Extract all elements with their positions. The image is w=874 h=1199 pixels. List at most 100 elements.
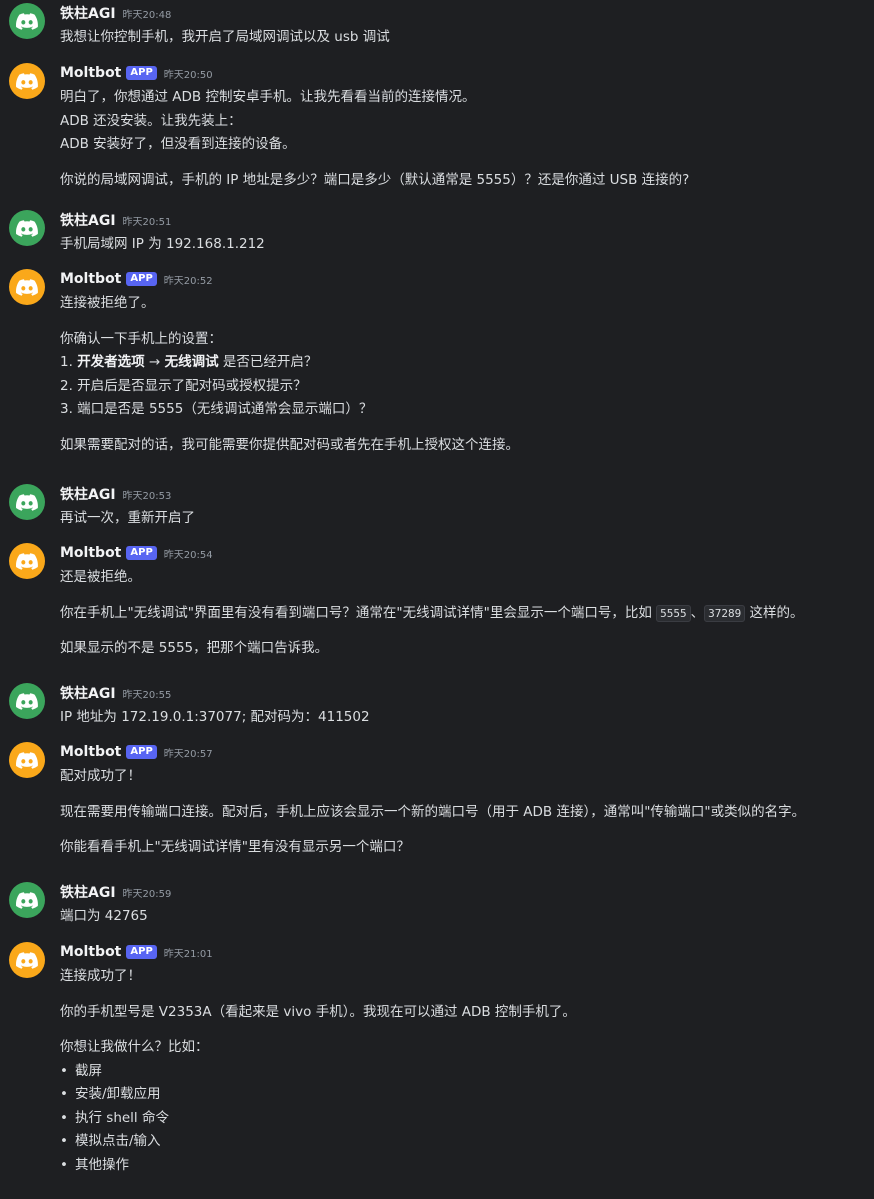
message-text: 你的手机型号是 V2353A（看起来是 vivo 手机）。我现在可以通过 ADB… [60, 1003, 576, 1020]
author-name[interactable]: 铁柱AGI [60, 484, 116, 504]
message-content: 还是被拒绝。 你在手机上"无线调试"界面里有没有看到端口号？通常在"无线调试详情… [60, 566, 870, 661]
timestamp: 昨天20:48 [122, 9, 172, 21]
bot-avatar[interactable] [9, 63, 45, 99]
message-header: Moltbot APP 昨天20:50 [60, 63, 213, 83]
message-text: 你想让我做什么？比如： [60, 1039, 209, 1055]
message-header: Moltbot APP 昨天20:54 [60, 543, 213, 563]
timestamp: 昨天20:55 [122, 689, 172, 701]
message-content: 配对成功了！ 现在需要用传输端口连接。配对后，手机上应该会显示一个新的端口号（用… [60, 765, 870, 860]
bullet-item: 截屏 [60, 1060, 870, 1084]
bullet-item: 执行 shell 命令 [60, 1107, 870, 1131]
author-name[interactable]: Moltbot [60, 271, 121, 287]
message-header: Moltbot APP 昨天20:52 [60, 269, 213, 289]
message-text: 明白了，你想通过 ADB 控制安卓手机。让我先看看当前的连接情况。 [60, 89, 476, 105]
discord-logo-icon [16, 751, 38, 769]
message-text: 配对成功了！ [60, 768, 141, 784]
author-name[interactable]: Moltbot [60, 545, 121, 561]
message-content: 再试一次，重新开启了 [60, 507, 870, 531]
message-text: IP 地址为 172.19.0.1:37077; 配对码为：411502 [60, 709, 370, 725]
message-content: 明白了，你想通过 ADB 控制安卓手机。让我先看看当前的连接情况。 ADB 还没… [60, 86, 870, 192]
app-badge: APP [126, 546, 157, 560]
list-number: 1. [60, 354, 73, 370]
message-text: 再试一次，重新开启了 [60, 510, 195, 526]
chat-message-list: 铁柱AGI 昨天20:48 我想让你控制手机，我开启了局域网调试以及 usb 调… [0, 0, 874, 1199]
discord-logo-icon [16, 493, 38, 511]
bullet-item: 模拟点击/输入 [60, 1130, 870, 1154]
bold-text: 开发者选项 [77, 354, 145, 370]
message-content: 手机局域网 IP 为 192.168.1.212 [60, 233, 870, 257]
app-badge: APP [126, 272, 157, 286]
author-name[interactable]: Moltbot [60, 65, 121, 81]
timestamp: 昨天20:57 [163, 748, 213, 760]
separator-text: 、 [690, 604, 705, 621]
author-name[interactable]: 铁柱AGI [60, 683, 116, 703]
bot-avatar[interactable] [9, 942, 45, 978]
bot-avatar[interactable] [9, 543, 45, 579]
inline-code: 37289 [704, 604, 746, 622]
message-text: 连接被拒绝了。 [60, 295, 155, 311]
user-avatar[interactable] [9, 210, 45, 246]
user-avatar[interactable] [9, 882, 45, 918]
timestamp: 昨天20:50 [163, 69, 213, 81]
list-item: 1. 开发者选项 → 无线调试 是否已经开启？ [60, 351, 870, 375]
timestamp: 昨天20:59 [122, 888, 172, 900]
message-text: ADB 安装好了，但没看到连接的设备。 [60, 136, 296, 152]
message-text: 你说的局域网调试，手机的 IP 地址是多少？端口是多少（默认通常是 5555）？… [60, 171, 690, 188]
bullet-item: 其他操作 [60, 1154, 870, 1178]
message-content: 连接被拒绝了。 你确认一下手机上的设置： 1. 开发者选项 → 无线调试 是否已… [60, 292, 870, 457]
message-text: 还是被拒绝。 [60, 569, 141, 585]
list-item: 3. 端口是否是 5555（无线调试通常会显示端口）？ [60, 401, 373, 417]
author-name[interactable]: Moltbot [60, 944, 121, 960]
message-text: 这样的。 [745, 604, 804, 621]
timestamp: 昨天21:01 [163, 948, 213, 960]
user-avatar[interactable] [9, 484, 45, 520]
message-text: 你能看看手机上"无线调试详情"里有没有显示另一个端口？ [60, 839, 410, 855]
message-content: 连接成功了！ 你的手机型号是 V2353A（看起来是 vivo 手机）。我现在可… [60, 965, 870, 1177]
author-name[interactable]: 铁柱AGI [60, 3, 116, 23]
discord-logo-icon [16, 951, 38, 969]
message-content: IP 地址为 172.19.0.1:37077; 配对码为：411502 [60, 706, 870, 730]
user-avatar[interactable] [9, 683, 45, 719]
message-header: 铁柱AGI 昨天20:55 [60, 683, 171, 703]
message-text: 是否已经开启？ [218, 354, 318, 370]
timestamp: 昨天20:52 [163, 275, 213, 287]
message-text: 你在手机上"无线调试"界面里有没有看到端口号？通常在"无线调试详情"里会显示一个… [60, 602, 870, 626]
message-content: 端口为 42765 [60, 905, 870, 929]
user-avatar[interactable] [9, 3, 45, 39]
message-text: 端口为 42765 [60, 908, 148, 924]
discord-logo-icon [16, 72, 38, 90]
message-content: 我想让你控制手机，我开启了局域网调试以及 usb 调试 [60, 26, 870, 50]
timestamp: 昨天20:54 [163, 549, 213, 561]
message-header: 铁柱AGI 昨天20:48 [60, 3, 171, 23]
discord-logo-icon [16, 219, 38, 237]
discord-logo-icon [16, 278, 38, 296]
message-text: 你确认一下手机上的设置： [60, 330, 222, 347]
message-header: 铁柱AGI 昨天20:51 [60, 210, 171, 230]
message-text: 你在手机上"无线调试"界面里有没有看到端口号？通常在"无线调试详情"里会显示一个… [60, 604, 657, 621]
discord-logo-icon [16, 891, 38, 909]
arrow-text: → [144, 354, 165, 370]
timestamp: 昨天20:53 [122, 490, 172, 502]
author-name[interactable]: 铁柱AGI [60, 210, 116, 230]
app-badge: APP [126, 66, 157, 80]
message-text: 连接成功了！ [60, 968, 141, 984]
message-header: 铁柱AGI 昨天20:59 [60, 882, 171, 902]
bot-avatar[interactable] [9, 742, 45, 778]
list-item: 2. 开启后是否显示了配对码或授权提示？ [60, 377, 307, 394]
app-badge: APP [126, 745, 157, 759]
app-badge: APP [126, 945, 157, 959]
author-name[interactable]: 铁柱AGI [60, 882, 116, 902]
message-header: Moltbot APP 昨天21:01 [60, 942, 213, 962]
bot-avatar[interactable] [9, 269, 45, 305]
message-text: 现在需要用传输端口连接。配对后，手机上应该会显示一个新的端口号（用于 ADB 连… [60, 803, 806, 820]
bullet-item: 安装/卸载应用 [60, 1083, 870, 1107]
bold-text: 无线调试 [164, 354, 219, 370]
message-header: 铁柱AGI 昨天20:53 [60, 484, 171, 504]
discord-logo-icon [16, 692, 38, 710]
discord-logo-icon [16, 12, 38, 30]
timestamp: 昨天20:51 [122, 216, 172, 228]
message-text: 如果需要配对的话，我可能需要你提供配对码或者先在手机上授权这个连接。 [60, 436, 519, 453]
author-name[interactable]: Moltbot [60, 744, 121, 760]
message-header: Moltbot APP 昨天20:57 [60, 742, 213, 762]
message-text: 手机局域网 IP 为 192.168.1.212 [60, 236, 265, 252]
